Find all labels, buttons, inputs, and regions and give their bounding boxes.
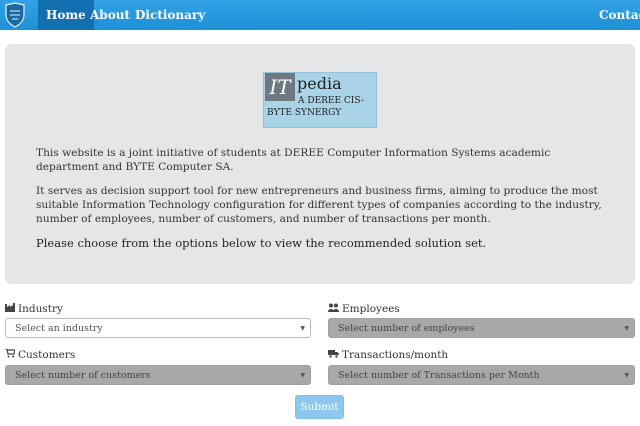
chevron-down-icon: ▼ <box>624 325 629 332</box>
logo-pedia-text: pedia <box>297 74 342 93</box>
intro-paragraph-1: This website is a joint initiative of st… <box>36 147 551 173</box>
chevron-down-icon: ▼ <box>300 372 305 379</box>
employees-select-value: Select number of employees <box>338 323 475 334</box>
industry-select-value: Select an industry <box>15 323 103 334</box>
logo-it-mark: IT <box>265 73 295 101</box>
chevron-down-icon: ▼ <box>300 325 305 332</box>
users-icon <box>328 303 339 317</box>
employees-label: Employees <box>328 302 400 316</box>
intro-panel: IT pedia A DEREE CIS- BYTE SYNERGY This … <box>5 44 635 284</box>
transactions-select[interactable]: Select number of Transactions per Month … <box>328 365 635 385</box>
navbar: Home About Dictionary Contact <box>0 0 640 30</box>
customers-label: Customers <box>5 348 75 362</box>
intro-instruction: Please choose from the options below to … <box>36 236 487 250</box>
nav-contact[interactable]: Contact <box>591 0 640 30</box>
nav-dictionary[interactable]: Dictionary <box>127 0 213 30</box>
truck-icon <box>328 349 339 363</box>
industry-icon <box>5 303 15 317</box>
logo-subtitle-1: A DEREE CIS- <box>298 96 364 106</box>
itpedia-logo: IT pedia A DEREE CIS- BYTE SYNERGY <box>263 72 377 128</box>
industry-select[interactable]: Select an industry ▼ <box>5 318 311 338</box>
submit-button[interactable]: Submit <box>295 395 344 419</box>
customers-select-value: Select number of customers <box>15 370 151 381</box>
transactions-label-text: Transactions/month <box>342 349 449 361</box>
customers-select[interactable]: Select number of customers ▼ <box>5 365 311 385</box>
employees-select[interactable]: Select number of employees ▼ <box>328 318 635 338</box>
cart-icon <box>5 348 16 363</box>
customers-label-text: Customers <box>18 349 76 361</box>
transactions-select-value: Select number of Transactions per Month <box>338 370 540 381</box>
logo-subtitle-2: BYTE SYNERGY <box>267 108 342 118</box>
shield-logo-icon[interactable] <box>4 2 26 28</box>
transactions-label: Transactions/month <box>328 348 448 362</box>
intro-paragraph-2: It serves as decision support tool for n… <box>36 185 602 225</box>
chevron-down-icon: ▼ <box>624 372 629 379</box>
industry-label-text: Industry <box>18 303 63 315</box>
industry-label: Industry <box>5 302 63 316</box>
employees-label-text: Employees <box>342 303 400 315</box>
